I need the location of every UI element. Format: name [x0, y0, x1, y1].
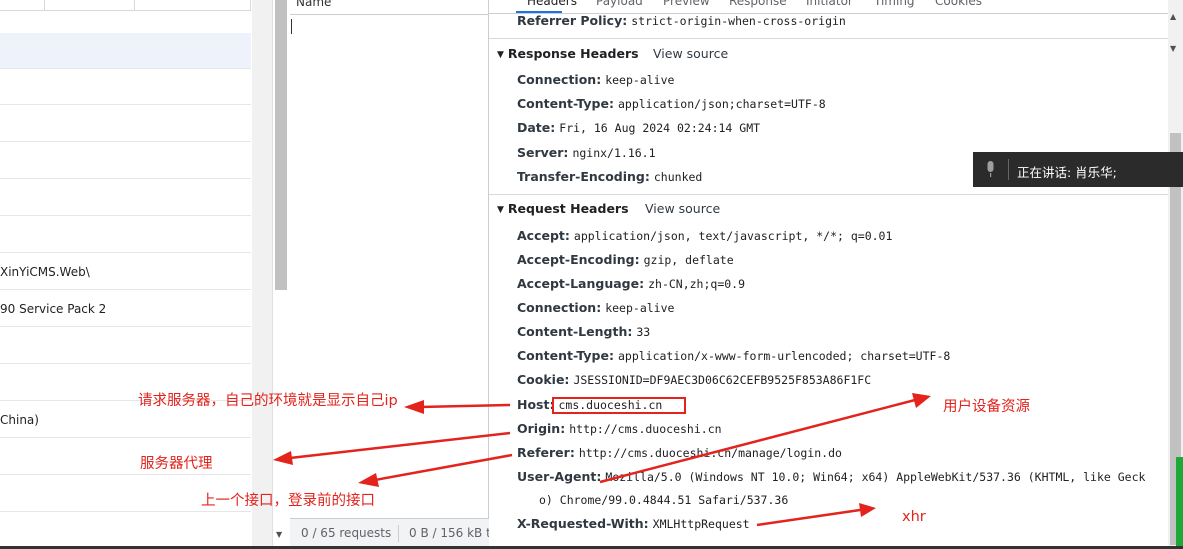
- header-row-content-type: Content-Type: application/x-www-form-urle…: [517, 348, 951, 363]
- network-status-bar: 0 / 65 requests 0 B / 156 kB t: [290, 518, 491, 549]
- origin-annotation: 服务器代理: [140, 456, 213, 472]
- left-table-header-cell: [0, 0, 45, 11]
- header-row-user-agent: User-Agent: Mozilla/5.0 (Windows NT 10.0;…: [517, 469, 1146, 484]
- left-table-row[interactable]: [0, 33, 251, 69]
- speaking-status-text: 正在讲话: 肖乐华;: [1017, 165, 1117, 180]
- header-row-referrer-policy: Referrer Policy: strict-origin-when-cross…: [517, 13, 846, 28]
- tab-headers[interactable]: Headers: [527, 0, 577, 8]
- user-agent-continuation: o) Chrome/99.0.4844.51 Safari/537.36: [539, 493, 789, 507]
- expand-triangle-icon: ▼: [497, 50, 504, 60]
- voice-separator: [1008, 159, 1009, 180]
- left-pane-gutter: [252, 0, 272, 549]
- tab-response[interactable]: Response: [729, 0, 787, 8]
- host-annotation: 请求服务器，自己的环境就是显示自己ip: [138, 393, 398, 409]
- header-row-referer: Referer: http://cms.duoceshi.cn/manage/lo…: [517, 445, 842, 460]
- response-headers-section-toggle[interactable]: ▼ Response Headers: [497, 46, 639, 61]
- text-cursor: [291, 19, 292, 34]
- left-table-row[interactable]: 90 Service Pack 2: [0, 291, 251, 327]
- header-row-server: Server: nginx/1.16.1: [517, 145, 656, 160]
- left-table-header-cell: [45, 0, 135, 11]
- scroll-down-arrow-icon[interactable]: ▼: [276, 530, 282, 539]
- left-table-row[interactable]: [0, 513, 251, 549]
- tab-preview[interactable]: Preview: [663, 0, 710, 8]
- left-table-header-cell: [135, 0, 251, 11]
- green-side-indicator: [1176, 457, 1183, 549]
- transfer-size: 0 B / 156 kB t: [409, 526, 491, 540]
- header-row-transfer-encoding: Transfer-Encoding: chunked: [517, 169, 703, 184]
- referer-annotation: 上一个接口，登录前的接口: [201, 493, 375, 509]
- header-row-connection: Connection: keep-alive: [517, 300, 675, 315]
- status-separator: [398, 525, 399, 542]
- left-table-row[interactable]: [0, 69, 251, 105]
- request-count: 0 / 65 requests: [301, 526, 392, 540]
- user-agent-annotation: 用户设备资源: [943, 399, 1030, 415]
- left-table-row[interactable]: XinYiCMS.Web\: [0, 254, 251, 290]
- header-row-date: Date: Fri, 16 Aug 2024 02:24:14 GMT: [517, 120, 761, 135]
- left-table-row[interactable]: [0, 106, 251, 142]
- header-row-cookie: Cookie: JSESSIONID=DF9AEC3D06C62CEFB9525F…: [517, 372, 872, 387]
- tab-timing[interactable]: Timing: [874, 0, 915, 8]
- left-table-row[interactable]: [0, 217, 251, 253]
- microphone-icon: [987, 161, 994, 177]
- scroll-up-arrow-icon[interactable]: ▲: [1170, 12, 1176, 21]
- response-view-source-link[interactable]: View source: [653, 46, 728, 61]
- headers-pane: Headers Payload Preview Response Initiat…: [489, 0, 1168, 549]
- request-name-column: Name 0 / 65 requests 0 B / 156 kB t: [290, 0, 491, 549]
- header-row-accept-language: Accept-Language: zh-CN,zh;q=0.9: [517, 276, 746, 291]
- header-row-accept-encoding: Accept-Encoding: gzip, deflate: [517, 252, 734, 267]
- expand-triangle-icon: ▼: [497, 205, 504, 215]
- tab-initiator[interactable]: Initiator: [806, 0, 853, 8]
- request-headers-section-toggle[interactable]: ▼ Request Headers: [497, 201, 629, 216]
- left-pane-scroll-thumb[interactable]: [275, 0, 287, 290]
- left-table-row[interactable]: [0, 328, 251, 364]
- tab-payload[interactable]: Payload: [596, 0, 643, 8]
- xhr-annotation: xhr: [902, 509, 926, 525]
- name-column-header[interactable]: Name: [290, 0, 489, 15]
- host-highlight-box: [552, 397, 686, 414]
- header-row-accept: Accept: application/json, text/javascript…: [517, 228, 893, 243]
- request-view-source-link[interactable]: View source: [645, 201, 720, 216]
- left-table-row[interactable]: [0, 180, 251, 216]
- scroll-down-arrow-icon[interactable]: ▼: [1170, 44, 1176, 53]
- header-row-connection: Connection: keep-alive: [517, 72, 675, 87]
- voice-speaking-overlay: 正在讲话: 肖乐华;: [973, 152, 1183, 187]
- header-row-content-type: Content-Type: application/json;charset=UT…: [517, 96, 826, 111]
- header-row-origin: Origin: http://cms.duoceshi.cn: [517, 421, 722, 436]
- section-divider: [489, 194, 1168, 195]
- left-table-pane: XinYiCMS.Web\ 90 Service Pack 2 China): [0, 0, 272, 549]
- left-table-row[interactable]: [0, 439, 251, 475]
- tab-cookies[interactable]: Cookies: [935, 0, 982, 8]
- header-row-content-length: Content-Length: 33: [517, 324, 651, 339]
- left-table-row[interactable]: [0, 143, 251, 179]
- header-row-x-requested-with: X-Requested-With: XMLHttpRequest: [517, 516, 750, 531]
- section-divider: [489, 38, 1168, 39]
- detail-tabs: Headers Payload Preview Response Initiat…: [489, 0, 1168, 14]
